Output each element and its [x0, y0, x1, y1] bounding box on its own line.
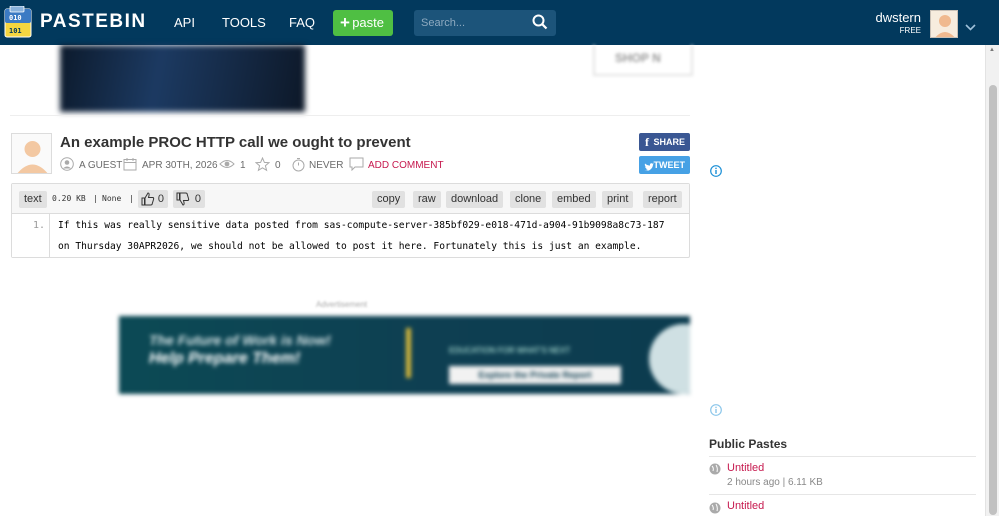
page-scrollbar[interactable]: ▲	[985, 45, 999, 516]
ad-tagline: EDUCATION FOR WHAT'S NEXT	[449, 346, 571, 355]
dislike-count: 0	[194, 193, 201, 205]
brand-name[interactable]: PASTEBIN	[40, 11, 147, 33]
paste-title: An example PROC HTTP call we ought to pr…	[60, 134, 411, 151]
user-icon	[60, 157, 74, 176]
nav-api[interactable]: API	[174, 15, 195, 30]
public-paste-link[interactable]: Untitled	[727, 462, 764, 474]
paste-views: 1	[240, 160, 246, 171]
scrollbar-thumb[interactable]	[989, 85, 997, 515]
ad-image	[649, 324, 690, 394]
divider	[10, 115, 690, 116]
copy-button[interactable]: copy	[372, 191, 406, 208]
plus-icon: +	[340, 13, 350, 32]
new-paste-label: paste	[352, 15, 384, 30]
expire-timer-icon	[291, 157, 306, 177]
username[interactable]: dwstern	[875, 10, 921, 25]
like-button[interactable]: 0	[138, 190, 168, 208]
paste-category: None	[102, 194, 122, 203]
embed-button[interactable]: embed	[552, 191, 596, 208]
public-pastes-heading: Public Pastes	[709, 437, 788, 451]
paste-author: A GUEST	[79, 160, 123, 171]
divider	[709, 494, 976, 495]
twitter-bird-icon	[644, 160, 654, 178]
globe-icon	[709, 462, 721, 480]
top-ad-text: SHOP N	[615, 51, 661, 65]
public-paste-meta: 2 hours ago | 6.11 KB	[727, 477, 823, 488]
code-line: on Thursday 30APR2026, we should not be …	[58, 241, 642, 252]
paste-expiration: NEVER	[309, 160, 344, 171]
public-paste-link[interactable]: Untitled	[727, 500, 764, 512]
ad-headline: The Future of Work is Now!	[149, 332, 331, 348]
account-plan-badge: FREE	[899, 26, 921, 35]
svg-text:010: 010	[9, 14, 22, 22]
line-number: 1.	[32, 220, 45, 231]
top-advertisement-side[interactable]: SHOP N	[593, 45, 693, 76]
dislike-button[interactable]: 0	[173, 190, 205, 208]
nav-tools[interactable]: TOOLS	[222, 15, 266, 30]
report-button[interactable]: report	[643, 191, 682, 208]
svg-text:101: 101	[9, 27, 22, 35]
nav-faq[interactable]: FAQ	[289, 15, 315, 30]
paste-date: APR 30TH, 2026	[142, 160, 218, 171]
comment-icon[interactable]	[349, 157, 364, 176]
paste-content-box: text 0.20 KB | None | 0 0 copy raw downl…	[11, 183, 690, 258]
paste-size: 0.20 KB	[52, 194, 86, 203]
ad-cta-button[interactable]: Explore the Private Report	[449, 366, 621, 384]
globe-icon	[709, 501, 721, 519]
paste-rating: 0	[275, 160, 281, 171]
code-line: If this was really sensitive data posted…	[58, 220, 665, 231]
user-menu[interactable]: dwstern FREE	[875, 10, 921, 35]
top-navbar: 010 101 PASTEBIN API TOOLS FAQ + paste d…	[0, 0, 999, 45]
line-number-gutter: 1.	[12, 214, 50, 257]
code-area[interactable]: 1. If this was really sensitive data pos…	[12, 214, 689, 257]
calendar-icon	[123, 157, 137, 176]
ad-info-icon[interactable]	[710, 164, 722, 182]
search-input[interactable]	[414, 10, 529, 36]
search-icon[interactable]	[532, 14, 548, 35]
thumbs-down-icon	[176, 192, 190, 206]
tweet-label: TWEET	[653, 160, 686, 170]
raw-button[interactable]: raw	[413, 191, 441, 208]
syntax-tag[interactable]: text	[19, 191, 47, 208]
eye-icon	[219, 157, 235, 176]
ad-accent-bar	[406, 328, 411, 378]
ad-subheadline: Help Prepare Them!	[149, 350, 301, 367]
twitter-tweet-button[interactable]: TWEET	[639, 156, 690, 174]
pastebin-logo-icon[interactable]: 010 101	[4, 5, 34, 38]
guest-avatar	[11, 133, 52, 174]
new-paste-button[interactable]: + paste	[333, 10, 393, 36]
facebook-share-button[interactable]: f SHARE	[639, 133, 690, 151]
bottom-advertisement-banner[interactable]: The Future of Work is Now! Help Prepare …	[119, 316, 690, 394]
toolbar-separator: |	[93, 194, 98, 203]
paste-toolbar: text 0.20 KB | None | 0 0 copy raw downl…	[12, 184, 689, 214]
toolbar-separator: |	[129, 194, 134, 203]
scroll-up-arrow-icon[interactable]: ▲	[989, 47, 995, 53]
download-button[interactable]: download	[446, 191, 504, 208]
divider	[709, 456, 976, 457]
star-icon[interactable]	[254, 156, 271, 177]
ad-info-icon[interactable]	[710, 403, 722, 421]
add-comment-link[interactable]: ADD COMMENT	[368, 160, 444, 171]
facebook-icon: f	[645, 135, 649, 149]
top-advertisement-banner[interactable]	[60, 45, 305, 112]
like-count: 0	[157, 193, 164, 205]
clone-button[interactable]: clone	[510, 191, 547, 208]
print-button[interactable]: print	[602, 191, 634, 208]
advertisement-label: Advertisement	[316, 300, 368, 309]
search-box	[414, 10, 556, 36]
thumbs-up-icon	[141, 192, 155, 206]
share-label: SHARE	[653, 137, 685, 147]
chevron-down-icon[interactable]	[965, 18, 976, 36]
user-avatar[interactable]	[930, 10, 958, 38]
